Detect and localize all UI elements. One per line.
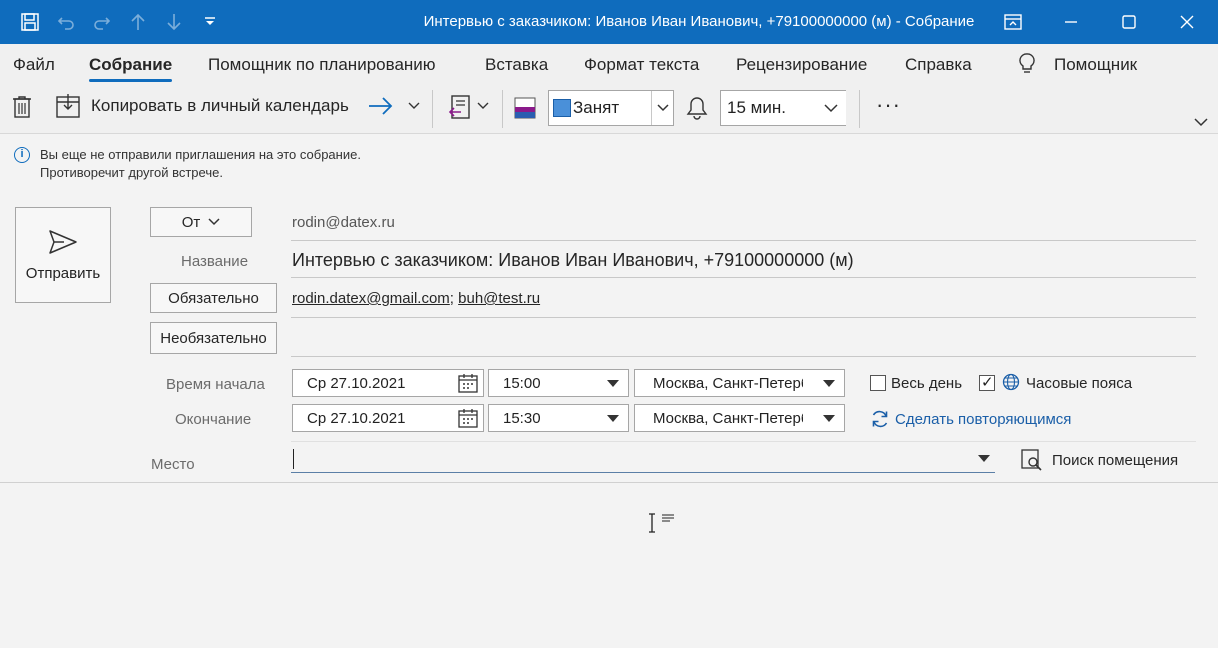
info-bar: i Вы еще не отправили приглашения на это…: [14, 146, 361, 182]
attendee-chip[interactable]: rodin.datex@gmail.com: [292, 290, 450, 307]
chevron-down-icon[interactable]: [602, 373, 624, 393]
chevron-down-icon[interactable]: [818, 408, 840, 428]
categorize-icon[interactable]: [514, 97, 536, 119]
title-label: Название: [181, 253, 249, 270]
end-timezone-value: Москва, Санкт-Петербург: [653, 409, 803, 427]
minimize-icon[interactable]: [1056, 8, 1086, 36]
start-timezone-select[interactable]: Москва, Санкт-Петербург: [634, 369, 845, 397]
allday-label: Весь день: [891, 375, 963, 392]
bell-icon: [686, 96, 708, 120]
tab-meeting[interactable]: Собрание: [89, 55, 173, 82]
start-time-select[interactable]: 15:00: [488, 369, 629, 397]
title-bar: Интервью с заказчиком: Иванов Иван Ивано…: [0, 0, 1218, 44]
from-label: От: [181, 213, 201, 231]
allday-checkbox[interactable]: [870, 375, 886, 391]
tab-help[interactable]: Справка: [905, 55, 972, 75]
reply-options-dropdown-icon[interactable]: [477, 102, 489, 110]
info-conflict: Противоречит другой встрече.: [40, 165, 223, 180]
close-icon[interactable]: [1172, 8, 1202, 36]
timezones-checkbox[interactable]: [979, 373, 995, 391]
optional-underline: [291, 356, 1196, 357]
send-button[interactable]: Отправить: [15, 207, 111, 303]
end-date-value: Ср 27.10.2021: [307, 409, 406, 427]
end-date-picker[interactable]: Ср 27.10.2021: [292, 404, 484, 432]
globe-icon: [1002, 373, 1020, 396]
text-caret: [293, 449, 294, 469]
calendar-icon[interactable]: [457, 373, 479, 393]
from-value: rodin@datex.ru: [292, 214, 395, 231]
copy-to-calendar-label: Копировать в личный календарь: [91, 96, 349, 115]
forward-icon[interactable]: [368, 96, 394, 116]
menu-bar: Файл Собрание Помощник по планированию В…: [0, 44, 1218, 86]
info-not-sent: Вы еще не отправили приглашения на это с…: [40, 147, 361, 162]
ribbon-separator: [502, 90, 503, 128]
more-options-icon[interactable]: ···: [876, 92, 901, 118]
attendee-chip[interactable]: buh@test.ru: [458, 290, 540, 307]
make-recurring-link[interactable]: Сделать повторяющимся: [895, 411, 1071, 428]
copy-to-calendar-button[interactable]: Копировать в личный календарь: [56, 93, 349, 119]
chevron-down-icon: [208, 218, 220, 226]
reply-options-icon[interactable]: [448, 95, 472, 121]
required-attendees-button[interactable]: Обязательно: [150, 283, 277, 313]
tab-format-text[interactable]: Формат текста: [584, 55, 699, 75]
ribbon-separator: [859, 90, 860, 128]
reminder-value: 15 мин.: [727, 98, 786, 117]
chevron-down-icon[interactable]: [651, 91, 673, 125]
start-date-value: Ср 27.10.2021: [307, 374, 406, 392]
chevron-down-icon[interactable]: [602, 408, 624, 428]
timezones-label: Часовые пояса: [1026, 375, 1133, 392]
required-attendees-field[interactable]: rodin.datex@gmail.com; buh@test.ru: [292, 290, 540, 307]
end-time-select[interactable]: 15:30: [488, 404, 629, 432]
show-as-select[interactable]: Занят: [548, 90, 674, 126]
end-timezone-select[interactable]: Москва, Санкт-Петербург: [634, 404, 845, 432]
start-time-value: 15:00: [503, 374, 541, 392]
title-underline: [291, 277, 1196, 278]
location-dropdown-icon[interactable]: [978, 455, 990, 462]
end-time-label: Окончание: [175, 411, 252, 428]
ribbon-display-icon[interactable]: [998, 8, 1028, 36]
start-timezone-value: Москва, Санкт-Петербург: [653, 374, 803, 392]
from-button[interactable]: От: [150, 207, 252, 237]
end-time-value: 15:30: [503, 409, 541, 427]
text-cursor-icon: [646, 512, 678, 541]
delete-icon[interactable]: [11, 95, 33, 119]
lightbulb-icon[interactable]: [1018, 52, 1036, 76]
from-underline: [291, 240, 1196, 241]
location-underline: [291, 472, 995, 473]
tab-file[interactable]: Файл: [13, 55, 55, 75]
start-date-picker[interactable]: Ср 27.10.2021: [292, 369, 484, 397]
message-body[interactable]: [0, 483, 1218, 648]
collapse-ribbon-icon[interactable]: [1194, 118, 1208, 127]
show-as-value: Занят: [573, 98, 620, 117]
send-label: Отправить: [25, 264, 101, 282]
busy-swatch: [553, 99, 571, 117]
send-icon: [49, 229, 77, 254]
tab-review[interactable]: Рецензирование: [736, 55, 867, 75]
tab-scheduling-assistant[interactable]: Помощник по планированию: [208, 55, 436, 75]
tab-assistant[interactable]: Помощник: [1054, 55, 1137, 75]
tab-insert[interactable]: Вставка: [485, 55, 548, 75]
chevron-down-icon[interactable]: [818, 373, 840, 393]
ribbon-separator: [432, 90, 433, 128]
info-icon: i: [14, 147, 30, 163]
ribbon: Копировать в личный календарь Занят 15 м…: [0, 86, 1218, 134]
maximize-icon[interactable]: [1114, 8, 1144, 36]
window-title: Интервью с заказчиком: Иванов Иван Ивано…: [423, 13, 975, 30]
optional-attendees-button[interactable]: Необязательно: [150, 322, 277, 354]
start-time-label: Время начала: [166, 376, 265, 393]
location-label: Место: [151, 456, 195, 473]
chevron-down-icon[interactable]: [820, 91, 842, 125]
recurrence-icon[interactable]: [870, 409, 890, 434]
forward-dropdown-icon[interactable]: [408, 102, 420, 110]
room-finder-label[interactable]: Поиск помещения: [1052, 452, 1178, 469]
reminder-select[interactable]: 15 мин.: [720, 90, 846, 126]
room-finder-icon[interactable]: [1020, 448, 1044, 477]
calendar-icon[interactable]: [457, 408, 479, 428]
title-input[interactable]: Интервью с заказчиком: Иванов Иван Ивано…: [292, 250, 854, 271]
time-divider: [291, 441, 1196, 442]
location-input[interactable]: [294, 450, 974, 470]
required-underline: [291, 317, 1196, 318]
